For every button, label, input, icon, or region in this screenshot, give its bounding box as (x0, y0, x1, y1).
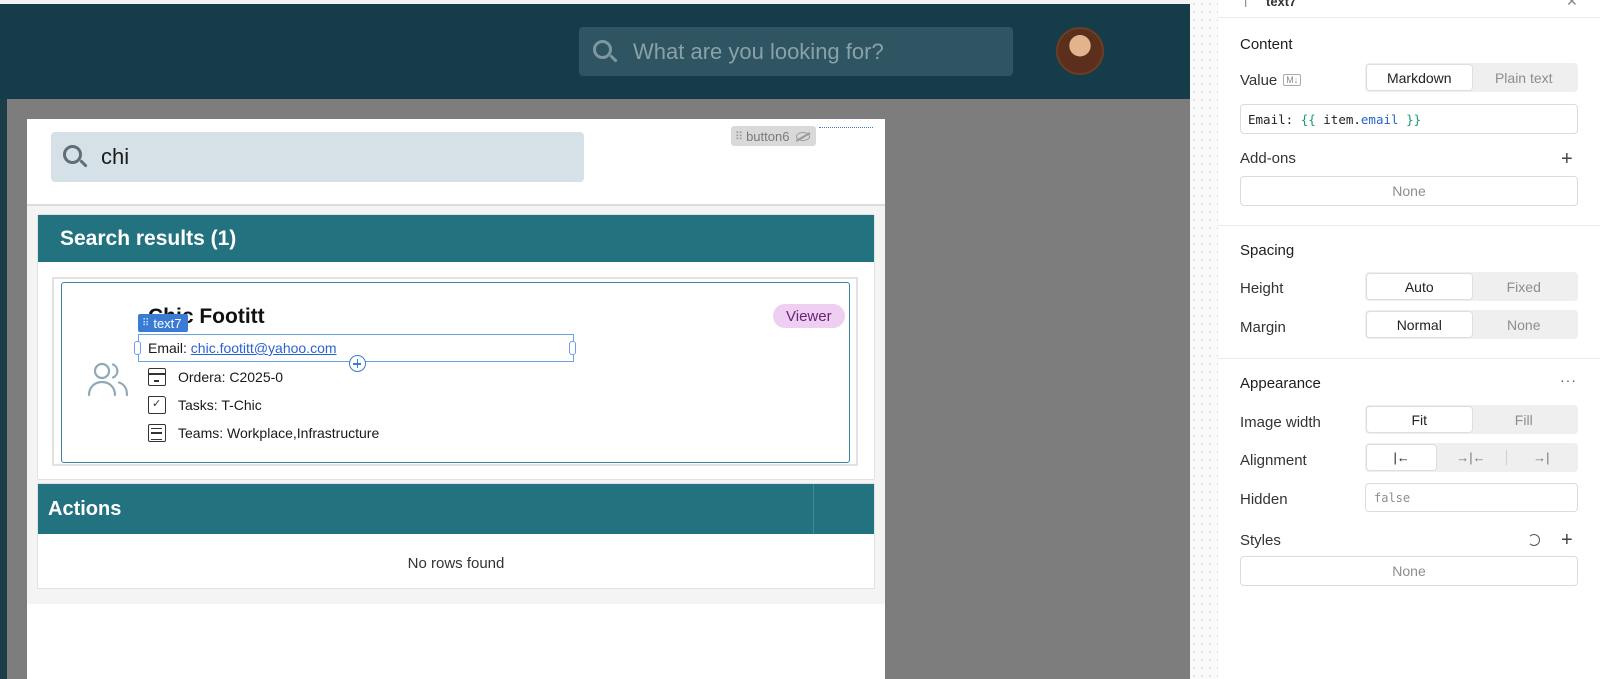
actions-header: Actions (38, 484, 874, 534)
add-addon-icon[interactable]: + (1561, 149, 1573, 169)
hidden-component-outline (819, 127, 873, 128)
drag-handle-icon[interactable]: ⠿ (735, 130, 743, 143)
height-label: Height (1240, 280, 1284, 297)
alignment-label: Alignment (1240, 452, 1307, 469)
column-divider[interactable] (813, 484, 814, 534)
global-search-input[interactable] (633, 38, 993, 65)
page-bottom-area (27, 604, 885, 679)
global-search[interactable] (579, 27, 1013, 76)
hidden-label: Hidden (1240, 491, 1288, 508)
task-folder-icon (148, 396, 166, 414)
tasks-text: Tasks: T-Chic (178, 397, 262, 413)
addons-label: Add-ons (1240, 150, 1296, 167)
people-search-input[interactable] (101, 144, 541, 170)
align-right-icon[interactable]: →| (1507, 445, 1576, 470)
inspector-header: T text7 ✕ (1218, 0, 1600, 18)
left-sidebar-edge (0, 99, 7, 679)
image-width-toggle[interactable]: Fit Fill (1365, 405, 1578, 434)
inspector-title[interactable]: text7 (1266, 0, 1296, 9)
orders-line: Ordera: C2025-0 (148, 368, 283, 386)
resize-handle-right[interactable] (569, 341, 576, 355)
drag-handle-icon[interactable]: ⠿ (142, 318, 149, 329)
appearance-section-title: Appearance (1240, 375, 1321, 392)
height-toggle[interactable]: Auto Fixed (1365, 272, 1578, 301)
add-component-icon[interactable] (349, 355, 366, 372)
actions-table: Actions No rows found (37, 483, 875, 589)
section-divider (1218, 358, 1600, 359)
package-icon (148, 368, 166, 386)
panel-gutter (1190, 0, 1218, 679)
hidden-input[interactable]: false (1365, 483, 1578, 512)
results-list: Chic Footitt Viewer Email: chic.footitt@… (52, 277, 858, 466)
margin-toggle[interactable]: Normal None (1365, 310, 1578, 339)
eye-off-icon (796, 131, 811, 141)
app-header (0, 4, 1190, 99)
value-mode-plain-text[interactable]: Plain text (1472, 65, 1577, 90)
value-mode-markdown[interactable]: Markdown (1367, 65, 1472, 90)
margin-normal[interactable]: Normal (1367, 312, 1472, 337)
value-mode-toggle[interactable]: Markdown Plain text (1365, 63, 1578, 92)
hidden-component-label: button6 (746, 128, 790, 144)
teams-text: Teams: Workplace,Infrastructure (178, 425, 380, 441)
height-auto[interactable]: Auto (1367, 274, 1472, 299)
refresh-icon[interactable] (1528, 534, 1540, 546)
role-badge: Viewer (773, 304, 845, 328)
search-icon (61, 143, 89, 171)
margin-label: Margin (1240, 319, 1286, 336)
result-card[interactable]: Chic Footitt Viewer Email: chic.footitt@… (61, 282, 850, 463)
markdown-icon: M↓ (1283, 74, 1302, 86)
styles-empty[interactable]: None (1240, 556, 1578, 586)
users-icon (87, 362, 129, 397)
value-label: Value M↓ (1240, 72, 1302, 89)
addons-empty[interactable]: None (1240, 176, 1578, 206)
align-center-icon[interactable]: →|← (1436, 445, 1505, 470)
height-fixed[interactable]: Fixed (1472, 274, 1577, 299)
tasks-line: Tasks: T-Chic (148, 396, 262, 414)
image-width-fill[interactable]: Fill (1472, 407, 1577, 432)
value-code-input[interactable]: Email: {{ item. email }} (1240, 104, 1578, 134)
search-results-header: Search results (1) (38, 215, 874, 262)
content-section-title: Content (1240, 36, 1293, 53)
close-icon[interactable]: ✕ (1566, 0, 1578, 10)
alignment-toggle[interactable]: |← →|← →| (1365, 443, 1578, 472)
hidden-component-tag[interactable]: ⠿ button6 (731, 126, 817, 146)
empty-state-text: No rows found (407, 555, 505, 572)
more-options-icon[interactable]: ··· (1560, 372, 1577, 388)
section-divider (1218, 225, 1600, 226)
selected-component-tag[interactable]: ⠿ text7 (138, 314, 188, 332)
spacing-section-title: Spacing (1240, 242, 1295, 259)
people-search[interactable] (51, 132, 584, 182)
component-type-icon: T (1242, 0, 1250, 10)
search-icon (591, 38, 619, 66)
image-width-fit[interactable]: Fit (1367, 407, 1472, 432)
align-left-icon[interactable]: |← (1367, 445, 1437, 470)
selected-component-label: text7 (153, 315, 182, 331)
search-card: ⠿ button6 (27, 119, 885, 206)
teams-line: Teams: Workplace,Infrastructure (148, 424, 379, 442)
app-canvas: ⠿ button6 Search results (1) Chic Footit… (0, 0, 1190, 679)
styles-label: Styles (1240, 532, 1281, 549)
selected-component-outline[interactable] (134, 334, 576, 372)
search-results-section: Search results (1) Chic Footitt Viewer E… (37, 214, 875, 480)
orders-text: Ordera: C2025-0 (178, 369, 284, 385)
resize-handle-left[interactable] (134, 341, 141, 355)
user-avatar[interactable] (1056, 27, 1104, 75)
building-icon (148, 424, 166, 442)
app-page: ⠿ button6 Search results (1) Chic Footit… (27, 119, 885, 679)
add-style-icon[interactable]: + (1561, 530, 1573, 550)
image-width-label: Image width (1240, 414, 1321, 431)
inspector-panel: T text7 ✕ Content Value M↓ Markdown Plain… (1218, 0, 1600, 679)
actions-title: Actions (48, 497, 122, 520)
margin-none[interactable]: None (1472, 312, 1577, 337)
